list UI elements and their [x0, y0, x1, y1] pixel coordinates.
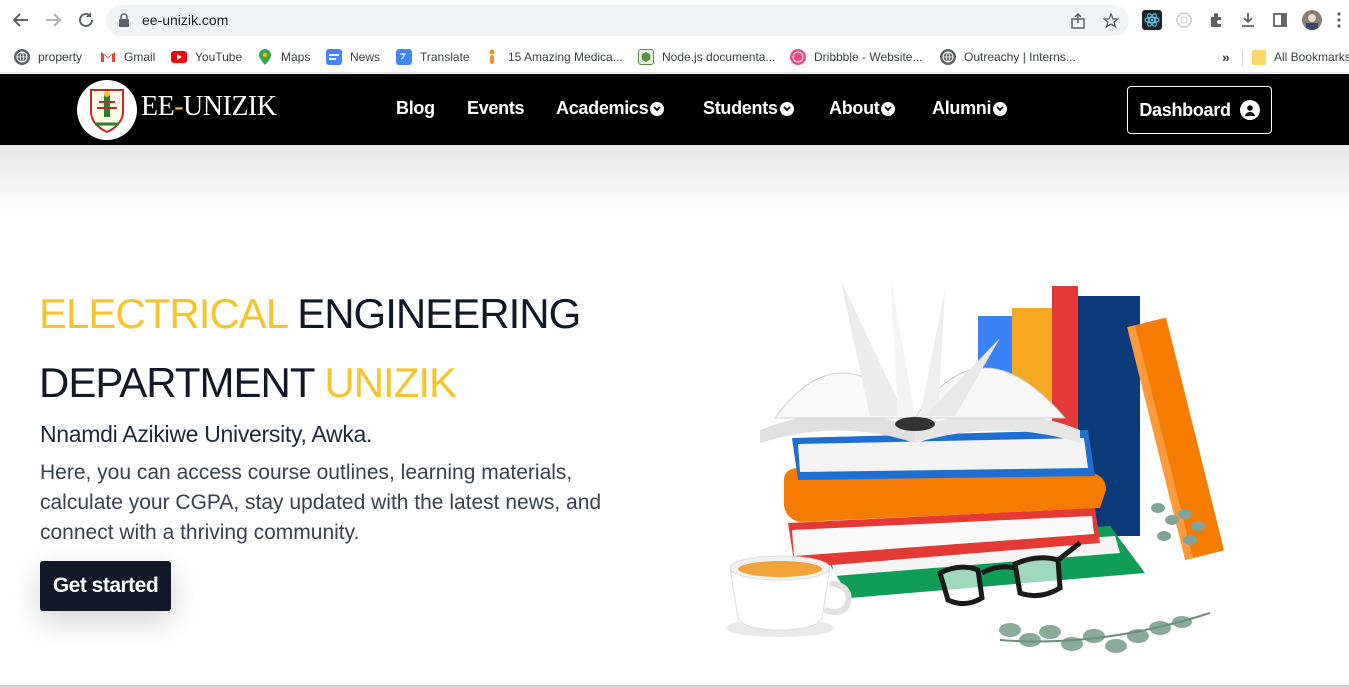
folder-icon [1252, 49, 1266, 65]
bookmark-label: Gmail [124, 50, 156, 64]
back-button[interactable] [9, 8, 33, 32]
chevron-down-icon [881, 101, 896, 116]
chevron-down-icon [779, 101, 794, 116]
tea-cup [725, 555, 852, 637]
globe-icon [940, 49, 956, 65]
news-icon [326, 49, 342, 65]
lock-icon [118, 13, 130, 32]
globe-icon [14, 49, 30, 65]
bookmark-label: Outreachy | Interns... [964, 50, 1076, 64]
get-started-button[interactable]: Get started [40, 561, 171, 611]
profile-avatar[interactable] [1302, 10, 1322, 30]
nav-events[interactable]: Events [467, 98, 525, 119]
bookmark-item[interactable]: Dribbble - Website... [790, 47, 923, 67]
nav-label: Blog [396, 98, 435, 118]
site-brand[interactable]: EE-UNIZIK [141, 91, 277, 123]
maps-icon [257, 49, 273, 65]
hero-title-text: ENGINEERING [286, 290, 581, 337]
bookmarks-bar: property Gmail YouTube Maps News Transla… [0, 40, 1349, 73]
nav-academics[interactable]: Academics [556, 98, 665, 119]
dribbble-icon [790, 49, 806, 65]
site-logo[interactable] [77, 80, 137, 140]
medical-icon [484, 49, 500, 65]
brand-part: EE [141, 91, 175, 122]
bookmark-label: Node.js documenta... [662, 50, 776, 64]
node-icon [638, 49, 654, 65]
extension-circle-icon[interactable] [1174, 10, 1194, 30]
share-icon[interactable] [1069, 12, 1087, 30]
chevron-down-icon [650, 101, 665, 116]
bookmark-item[interactable]: News [326, 47, 380, 67]
bookmark-star-icon[interactable] [1102, 12, 1120, 30]
bookmark-label: News [350, 50, 381, 64]
all-bookmarks-button[interactable]: All Bookmarks [1252, 47, 1349, 67]
brand-part: UNIZIK [183, 91, 277, 122]
nav-about[interactable]: About [829, 98, 896, 119]
hero-title-line-2: DEPARTMENT UNIZIK [39, 359, 457, 407]
bookmarks-overflow-button[interactable]: » [1222, 47, 1230, 67]
user-icon [1239, 100, 1260, 120]
hero-accent-word: UNIZIK [324, 359, 457, 406]
bookmark-label: YouTube [195, 50, 243, 64]
nav-label: Students [703, 98, 778, 118]
reload-icon [79, 12, 93, 27]
bookmark-item[interactable]: Gmail [100, 47, 155, 67]
bookmark-item[interactable]: Node.js documenta... [638, 47, 775, 67]
bookmark-item[interactable]: Maps [257, 47, 310, 67]
menu-kebab-icon[interactable] [1334, 10, 1344, 30]
download-icon[interactable] [1238, 10, 1258, 30]
back-arrow-icon [12, 13, 28, 27]
nav-students[interactable]: Students [703, 98, 794, 119]
nav-alumni[interactable]: Alumni [932, 98, 1008, 119]
bookmark-label: Translate [420, 50, 470, 64]
bookmark-label: Maps [281, 50, 311, 64]
bookmark-item[interactable]: Outreachy | Interns... [940, 47, 1076, 67]
bookmarks-divider [1242, 50, 1243, 66]
hero-description: Here, you can access course outlines, le… [40, 461, 602, 544]
hero-subtitle: Nnamdi Azikiwe University, Awka. [40, 421, 373, 447]
leaves-bottom [999, 612, 1211, 653]
youtube-icon [171, 51, 187, 63]
react-devtools-icon[interactable] [1142, 10, 1162, 30]
hero-accent-word: ELECTRICAL [39, 290, 288, 337]
forward-arrow-icon [46, 13, 62, 27]
chevron-down-icon [993, 101, 1008, 116]
bookmark-label: 15 Amazing Medica... [508, 50, 623, 64]
translate-icon [396, 49, 412, 65]
dashboard-label: Dashboard [1139, 99, 1231, 120]
side-panel-icon[interactable] [1270, 10, 1290, 30]
url-text: ee-unizik.com [142, 12, 229, 28]
extensions-puzzle-icon[interactable] [1206, 10, 1226, 30]
nav-label: Alumni [932, 98, 992, 118]
books-illustration [725, 273, 1225, 653]
bookmark-item[interactable]: property [14, 47, 82, 67]
site-header: EE-UNIZIK Blog Events Academics Students… [0, 74, 1349, 145]
all-bookmarks-label: All Bookmarks [1274, 50, 1349, 64]
hero-title-text: DEPARTMENT [39, 359, 325, 406]
reload-button[interactable] [74, 8, 98, 32]
bookmark-item[interactable]: Translate [396, 47, 470, 67]
bookmark-label: property [38, 50, 83, 64]
brand-dash: - [174, 91, 184, 122]
address-bar[interactable]: ee-unizik.com [106, 5, 1129, 36]
nav-label: About [829, 98, 880, 118]
dashboard-button[interactable]: Dashboard [1127, 86, 1272, 134]
browser-toolbar: ee-unizik.com [0, 0, 1349, 40]
nav-label: Events [467, 98, 525, 118]
nav-blog[interactable]: Blog [396, 98, 435, 119]
nav-label: Academics [556, 98, 649, 118]
bookmark-label: Dribbble - Website... [814, 50, 923, 64]
bookmark-item[interactable]: 15 Amazing Medica... [484, 47, 623, 67]
hero-title-line-1: ELECTRICAL ENGINEERING [39, 290, 581, 338]
bookmark-item[interactable]: YouTube [171, 47, 242, 67]
gmail-icon [100, 49, 116, 65]
overflow-chevrons: » [1222, 49, 1230, 65]
university-crest-icon [90, 89, 124, 134]
header-shadow [0, 145, 1349, 215]
forward-button[interactable] [41, 8, 65, 32]
